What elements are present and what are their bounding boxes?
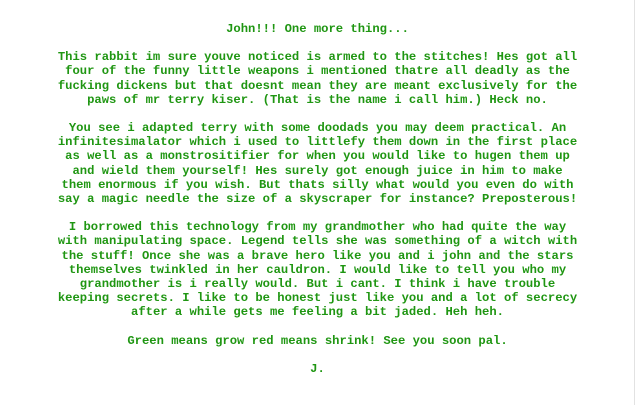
letter-paragraph-3: I borrowed this technology from my grand… xyxy=(6,220,629,319)
letter-paragraph-2: You see i adapted terry with some doodad… xyxy=(6,121,629,206)
letter-paragraph-1: This rabbit im sure youve noticed is arm… xyxy=(6,50,629,107)
letter-line: grandmother is i really would. But i can… xyxy=(79,277,556,292)
letter-line: keeping secrets. I like to be honest jus… xyxy=(57,291,578,306)
letter-line: say a magic needle the size of a skyscra… xyxy=(57,192,578,207)
letter-line: with manipulating space. Legend tells sh… xyxy=(57,234,578,249)
letter-line: the stuff! Once she was a brave hero lik… xyxy=(61,248,574,263)
letter-greeting: John!!! One more thing... xyxy=(226,22,409,36)
letter-signature: J. xyxy=(310,361,325,376)
letter-line: after a while gets me feeling a bit jade… xyxy=(131,305,504,320)
letter-line: as well as a monstrositifier for when yo… xyxy=(65,149,570,164)
letter-line: four of the funny little weapons i menti… xyxy=(65,64,570,79)
letter-line: Green means grow red means shrink! See y… xyxy=(127,333,508,348)
letter-line: infinitesimalator which i used to little… xyxy=(57,135,578,150)
letter-line: I borrowed this technology from my grand… xyxy=(68,220,567,235)
letter-paragraph-4: Green means grow red means shrink! See y… xyxy=(6,334,629,348)
letter-body: John!!! One more thing... This rabbit im… xyxy=(0,0,635,405)
letter-line: This rabbit im sure youve noticed is arm… xyxy=(57,50,578,65)
letter-line: themselves twinkled in her cauldron. I w… xyxy=(68,262,567,277)
letter-line: You see i adapted terry with some doodad… xyxy=(68,121,567,136)
letter-line: them enormous if you wish. But thats sil… xyxy=(61,177,574,192)
letter-line: and wield them yourself! Hes surely got … xyxy=(72,163,563,178)
letter-line: paws of mr terry kiser. (That is the nam… xyxy=(87,92,548,107)
letter-line: fucking dickens but that doesnt mean the… xyxy=(57,78,578,93)
